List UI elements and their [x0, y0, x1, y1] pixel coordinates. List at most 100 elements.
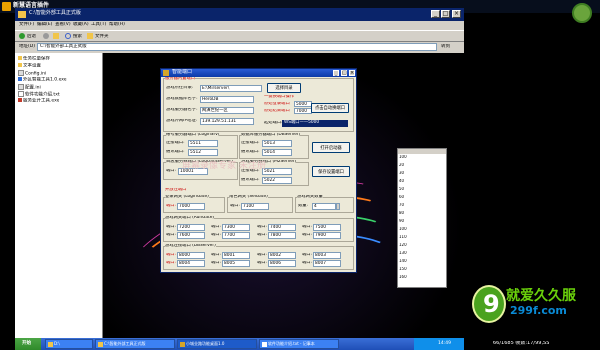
db-port-input[interactable]: 8003: [313, 252, 341, 259]
login-gate-port-label: 端口:: [166, 204, 177, 208]
maximize-button[interactable]: □: [441, 10, 450, 18]
db-port-input[interactable]: 8002: [268, 252, 296, 259]
ip-input[interactable]: 139.129.51.131: [200, 118, 254, 125]
list-item[interactable]: 40: [399, 179, 445, 187]
origin-login-port-input[interactable]: 5000: [294, 101, 312, 107]
list-item[interactable]: 70: [399, 203, 445, 211]
list-item[interactable]: 50: [399, 187, 445, 195]
auto-port-hint: 一键换端口操作: [264, 95, 295, 99]
list-item[interactable]: 160: [399, 275, 445, 283]
site-logo-mark: 9: [483, 290, 500, 318]
taskbar-item[interactable]: 小城业路功能桌面1.0: [177, 339, 257, 349]
explorer-title: C:\智能外部工具正式版: [29, 10, 81, 16]
minimize-button[interactable]: _: [431, 10, 440, 18]
db-port-input[interactable]: 8006: [268, 260, 296, 267]
login-gate-port-input[interactable]: 7000: [177, 203, 205, 210]
folder-tree: 任务栏量保存 文本设置 Config.ini 外区智能工具1.0.exe 配置.…: [15, 53, 103, 342]
run-gate-port-input[interactable]: 7200: [177, 224, 205, 231]
menu-view[interactable]: 查看(V): [55, 22, 71, 27]
list-item[interactable]: 120: [399, 243, 445, 251]
log-port-label: 端口:: [166, 169, 177, 173]
start-button[interactable]: 开始: [15, 338, 41, 350]
db-port-input[interactable]: 8000: [177, 252, 205, 259]
search-icon[interactable]: [65, 33, 71, 39]
list-item[interactable]: 130: [399, 251, 445, 259]
origin-end-port-input[interactable]: 7000: [294, 108, 312, 114]
auto-switch-port-button[interactable]: 点击自动换端口: [311, 103, 349, 113]
list-item[interactable]: 60: [399, 195, 445, 203]
login-comm-port-input[interactable]: 5512: [188, 149, 218, 156]
tree-item[interactable]: 任务栏量保存: [18, 56, 50, 62]
taskbar-item[interactable]: C:\智能外部工具正式版: [95, 339, 175, 349]
menu-edit[interactable]: 编辑(E): [37, 22, 52, 27]
menu-favorites[interactable]: 收藏(A): [73, 22, 89, 27]
gate-count-spinner[interactable]: [336, 203, 340, 210]
menu-help[interactable]: 帮助(H): [109, 22, 125, 27]
db-name-input[interactable]: HeroDB: [200, 96, 254, 103]
back-button[interactable]: 后退: [27, 34, 36, 39]
app-logo-icon: [2, 2, 11, 11]
list-item[interactable]: 90: [399, 219, 445, 227]
toolbar: 后退 搜索 文件夹: [15, 30, 464, 42]
tree-item[interactable]: 软件功能介绍.txt: [18, 91, 60, 98]
m2-conn-port-input[interactable]: 5021: [262, 168, 292, 175]
back-arrow-icon[interactable]: [19, 33, 25, 39]
run-gate-port-input[interactable]: 7900: [313, 232, 341, 239]
login-group-title: 帐号服务器端口 (LoginSrv): [166, 133, 220, 138]
run-gate-port-input[interactable]: 7700: [222, 232, 250, 239]
recorder-status-icon: [572, 3, 592, 23]
run-gate-port-input[interactable]: 7400: [268, 224, 296, 231]
save-ports-button[interactable]: 保存设置端口: [312, 166, 350, 177]
taskbar-item[interactable]: 软件功能介绍.txt - 记事本: [259, 339, 339, 349]
run-gate-port-input[interactable]: 7300: [222, 224, 250, 231]
list-item[interactable]: 80: [399, 211, 445, 219]
port-label: 端口:: [211, 261, 222, 265]
list-item[interactable]: 20: [399, 163, 445, 171]
list-item[interactable]: 30: [399, 171, 445, 179]
forward-arrow-icon[interactable]: [43, 33, 49, 39]
start-port-select[interactable]: WS端口——5000: [282, 120, 348, 127]
m2-comm-port-input[interactable]: 5022: [262, 177, 292, 184]
go-button[interactable]: 转到: [441, 44, 450, 49]
run-gate-port-input[interactable]: 7800: [268, 232, 296, 239]
db-comm-port-input[interactable]: 5014: [262, 149, 292, 156]
run-gate-port-input[interactable]: 7500: [313, 224, 341, 231]
tree-item[interactable]: 服务业开工具.exe: [18, 98, 59, 104]
dialog-maximize-button[interactable]: □: [341, 70, 347, 76]
gate-count-input[interactable]: 4: [312, 203, 336, 210]
dialog-close-button[interactable]: ×: [349, 70, 355, 76]
folders-button[interactable]: 文件夹: [95, 34, 109, 39]
db-conn-port-input[interactable]: 5013: [262, 140, 292, 147]
taskbar-item[interactable]: D:\: [45, 339, 93, 349]
db-port-input[interactable]: 8001: [222, 252, 250, 259]
tree-item[interactable]: 外区智能工具1.0.exe: [18, 77, 67, 83]
sel-gate-port-input[interactable]: 7100: [241, 203, 269, 210]
dir-input[interactable]: E:\Mirserver\: [200, 85, 262, 92]
list-item[interactable]: 150: [399, 267, 445, 275]
tree-item[interactable]: Config.ini: [18, 70, 46, 77]
list-item[interactable]: 110: [399, 235, 445, 243]
login-conn-port-input[interactable]: 5511: [188, 140, 218, 147]
list-item[interactable]: 100: [399, 155, 445, 163]
folders-icon[interactable]: [87, 33, 93, 39]
close-button[interactable]: ×: [452, 10, 461, 18]
open-launcher-button[interactable]: 打开启动器: [312, 142, 350, 153]
folder-icon: [18, 63, 22, 67]
address-value: C:\智能外部工具正式版: [40, 44, 87, 49]
db-port-input[interactable]: 8007: [313, 260, 341, 267]
dialog-minimize-button[interactable]: _: [333, 70, 339, 76]
db-port-input[interactable]: 8004: [177, 260, 205, 267]
db-port-input[interactable]: 8005: [222, 260, 250, 267]
server-name-input[interactable]: 网演世纪一区: [200, 107, 254, 114]
select-dir-button[interactable]: 选择目录: [267, 83, 301, 93]
up-folder-icon[interactable]: [53, 33, 59, 39]
menu-tools[interactable]: 工具(T): [91, 22, 106, 27]
search-button[interactable]: 搜索: [73, 34, 82, 39]
address-input[interactable]: C:\智能外部工具正式版: [37, 43, 437, 51]
run-gate-port-input[interactable]: 7600: [177, 232, 205, 239]
menu-file[interactable]: 文件(F): [19, 22, 34, 27]
tree-item[interactable]: 配置.ini: [18, 84, 41, 91]
list-item[interactable]: 140: [399, 259, 445, 267]
list-item[interactable]: 100: [399, 227, 445, 235]
tree-item[interactable]: 文本设置: [18, 63, 41, 69]
